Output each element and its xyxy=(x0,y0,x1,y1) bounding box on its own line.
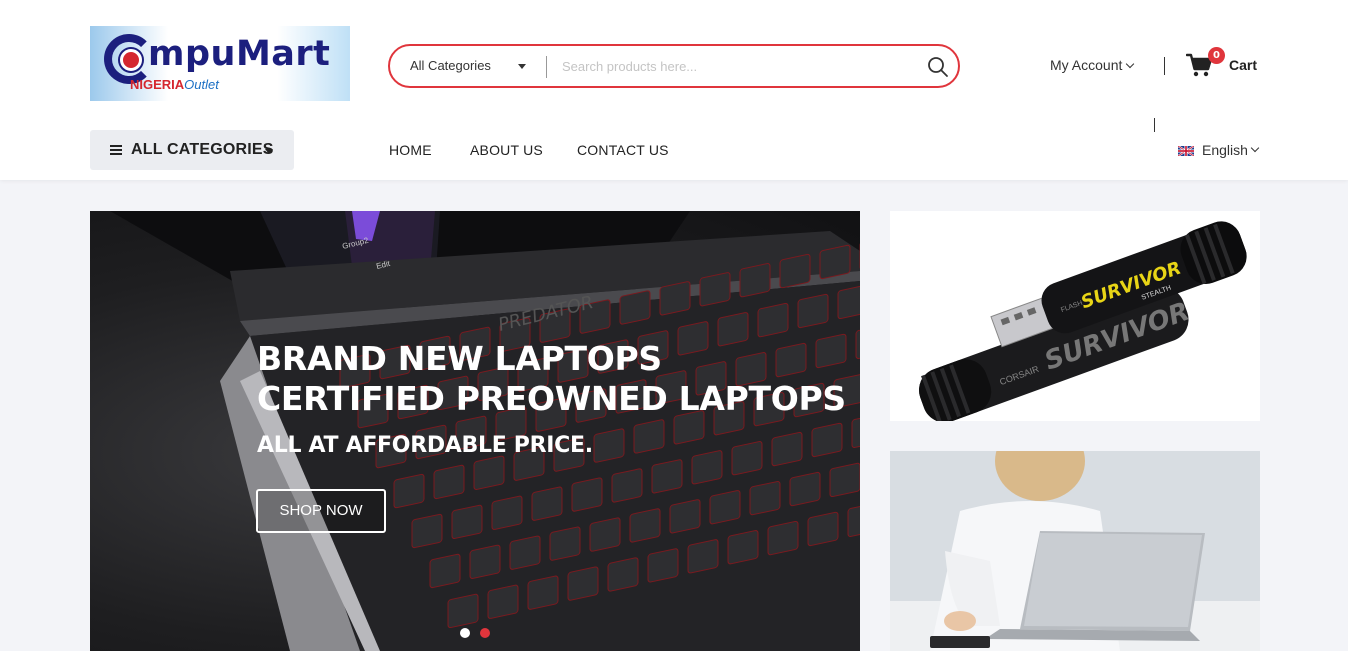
keyboard-key xyxy=(775,342,807,378)
keyboard-key xyxy=(473,455,505,490)
keyboard-key xyxy=(757,302,789,338)
cart-button[interactable]: 0 Cart xyxy=(1186,47,1266,84)
keyboard-key xyxy=(629,508,661,543)
keyboard-key xyxy=(651,459,683,494)
keyboard-key xyxy=(469,544,501,579)
woman-laptop-banner[interactable] xyxy=(890,451,1260,651)
all-categories-label: ALL CATEGORIES xyxy=(131,141,274,158)
keyboard-key xyxy=(607,557,639,592)
keyboard-key xyxy=(487,584,519,619)
cart-count-badge: 0 xyxy=(1208,47,1225,64)
slider-dot-2[interactable] xyxy=(480,628,490,638)
hero-heading-line2: CERTIFIED PREOWNED LAPTOPS xyxy=(257,379,846,418)
logo-emblem-icon xyxy=(120,49,142,71)
caret-down-icon[interactable] xyxy=(518,64,526,69)
keyboard-key xyxy=(527,575,559,610)
keyboard-key xyxy=(567,566,599,601)
hero-slider: PREDATOR Group2 Edit BRAND NEW LAPTOPS C… xyxy=(90,211,860,651)
keyboard-key xyxy=(611,468,643,503)
language-label: English xyxy=(1202,142,1248,158)
keyboard-key xyxy=(819,244,851,280)
keyboard-key xyxy=(659,281,691,316)
logo-wordmark: mpuMart xyxy=(148,34,331,74)
chevron-down-icon xyxy=(1250,143,1260,153)
keyboard-key xyxy=(593,428,625,463)
keyboard-key xyxy=(739,263,771,298)
keyboard-key xyxy=(619,290,651,325)
keyboard-key xyxy=(393,473,425,509)
my-account-label: My Account xyxy=(1050,57,1123,73)
usb-drive-image: CORSAIR SURVIVOR FLASH SURVIVOR STEALTH xyxy=(919,221,1247,421)
usb-drive-banner[interactable]: CORSAIR SURVIVOR FLASH SURVIVOR STEALTH xyxy=(890,211,1260,421)
nav-link-about-us[interactable]: ABOUT US xyxy=(470,142,543,158)
keyboard-key xyxy=(691,450,723,485)
slider-dot-1[interactable] xyxy=(460,628,470,638)
shop-now-button[interactable]: SHOP NOW xyxy=(256,489,386,533)
keyboard-key xyxy=(797,293,829,329)
keyboard-key xyxy=(829,462,860,498)
keyboard-key xyxy=(549,526,581,561)
keyboard-key xyxy=(491,495,523,530)
site-header: mpuMart NIGERIAOutlet All Categories My … xyxy=(0,0,1348,180)
hamburger-menu-icon xyxy=(110,145,122,155)
chevron-down-icon xyxy=(1126,59,1135,69)
logo-sub-nigeria: NIGERIA xyxy=(130,77,185,92)
keyboard-key xyxy=(815,333,847,369)
keyboard-key xyxy=(411,513,443,549)
search-icon[interactable] xyxy=(926,55,950,79)
keyboard-key xyxy=(699,272,731,307)
keyboard-key xyxy=(647,548,679,583)
keyboard-key xyxy=(771,431,803,467)
hero-heading-line1: BRAND NEW LAPTOPS xyxy=(257,339,662,378)
uk-flag-icon xyxy=(1178,146,1194,156)
keyboard-key xyxy=(749,480,781,516)
search-input[interactable] xyxy=(562,52,902,80)
keyboard-key xyxy=(727,530,759,565)
keyboard-key xyxy=(429,553,461,589)
search-bar: All Categories xyxy=(388,44,960,88)
header-divider xyxy=(1164,57,1165,75)
nav-link-contact-us[interactable]: CONTACT US xyxy=(577,142,669,158)
keyboard-key xyxy=(677,321,709,356)
keyboard-key xyxy=(807,511,839,547)
keyboard-key xyxy=(717,312,749,347)
woman-using-laptop-image xyxy=(890,451,1260,651)
my-account-menu[interactable]: My Account xyxy=(1050,57,1135,73)
keyboard-key xyxy=(447,593,479,629)
keyboard-key xyxy=(433,464,465,500)
keyboard-key xyxy=(451,504,483,540)
keyboard-key xyxy=(589,517,621,552)
keyboard-key xyxy=(687,539,719,574)
laptop-image: PREDATOR Group2 Edit xyxy=(110,211,860,651)
hero-subheading: ALL AT AFFORDABLE PRICE. xyxy=(257,433,593,458)
keyboard-key xyxy=(709,490,741,525)
compumart-logo[interactable]: mpuMart NIGERIAOutlet xyxy=(90,26,350,101)
all-categories-button[interactable]: ALL CATEGORIES xyxy=(90,130,294,170)
keyboard-key xyxy=(811,422,843,458)
nav-link-home[interactable]: HOME xyxy=(389,142,432,158)
search-divider xyxy=(546,56,547,78)
keyboard-key xyxy=(767,520,799,556)
keyboard-key xyxy=(731,441,763,476)
keyboard-key xyxy=(789,471,821,507)
cart-label: Cart xyxy=(1229,57,1258,73)
keyboard-key xyxy=(531,486,563,521)
caret-down-icon xyxy=(265,149,273,154)
keyboard-key xyxy=(779,253,811,289)
logo-subtitle: NIGERIAOutlet xyxy=(130,77,219,92)
logo-sub-outlet: Outlet xyxy=(184,77,219,92)
search-category-select[interactable]: All Categories xyxy=(410,58,491,73)
keyboard-key xyxy=(633,419,665,454)
keyboard-key xyxy=(571,477,603,512)
header-divider xyxy=(1154,118,1155,132)
keyboard-key xyxy=(509,535,541,570)
keyboard-key xyxy=(669,499,701,534)
